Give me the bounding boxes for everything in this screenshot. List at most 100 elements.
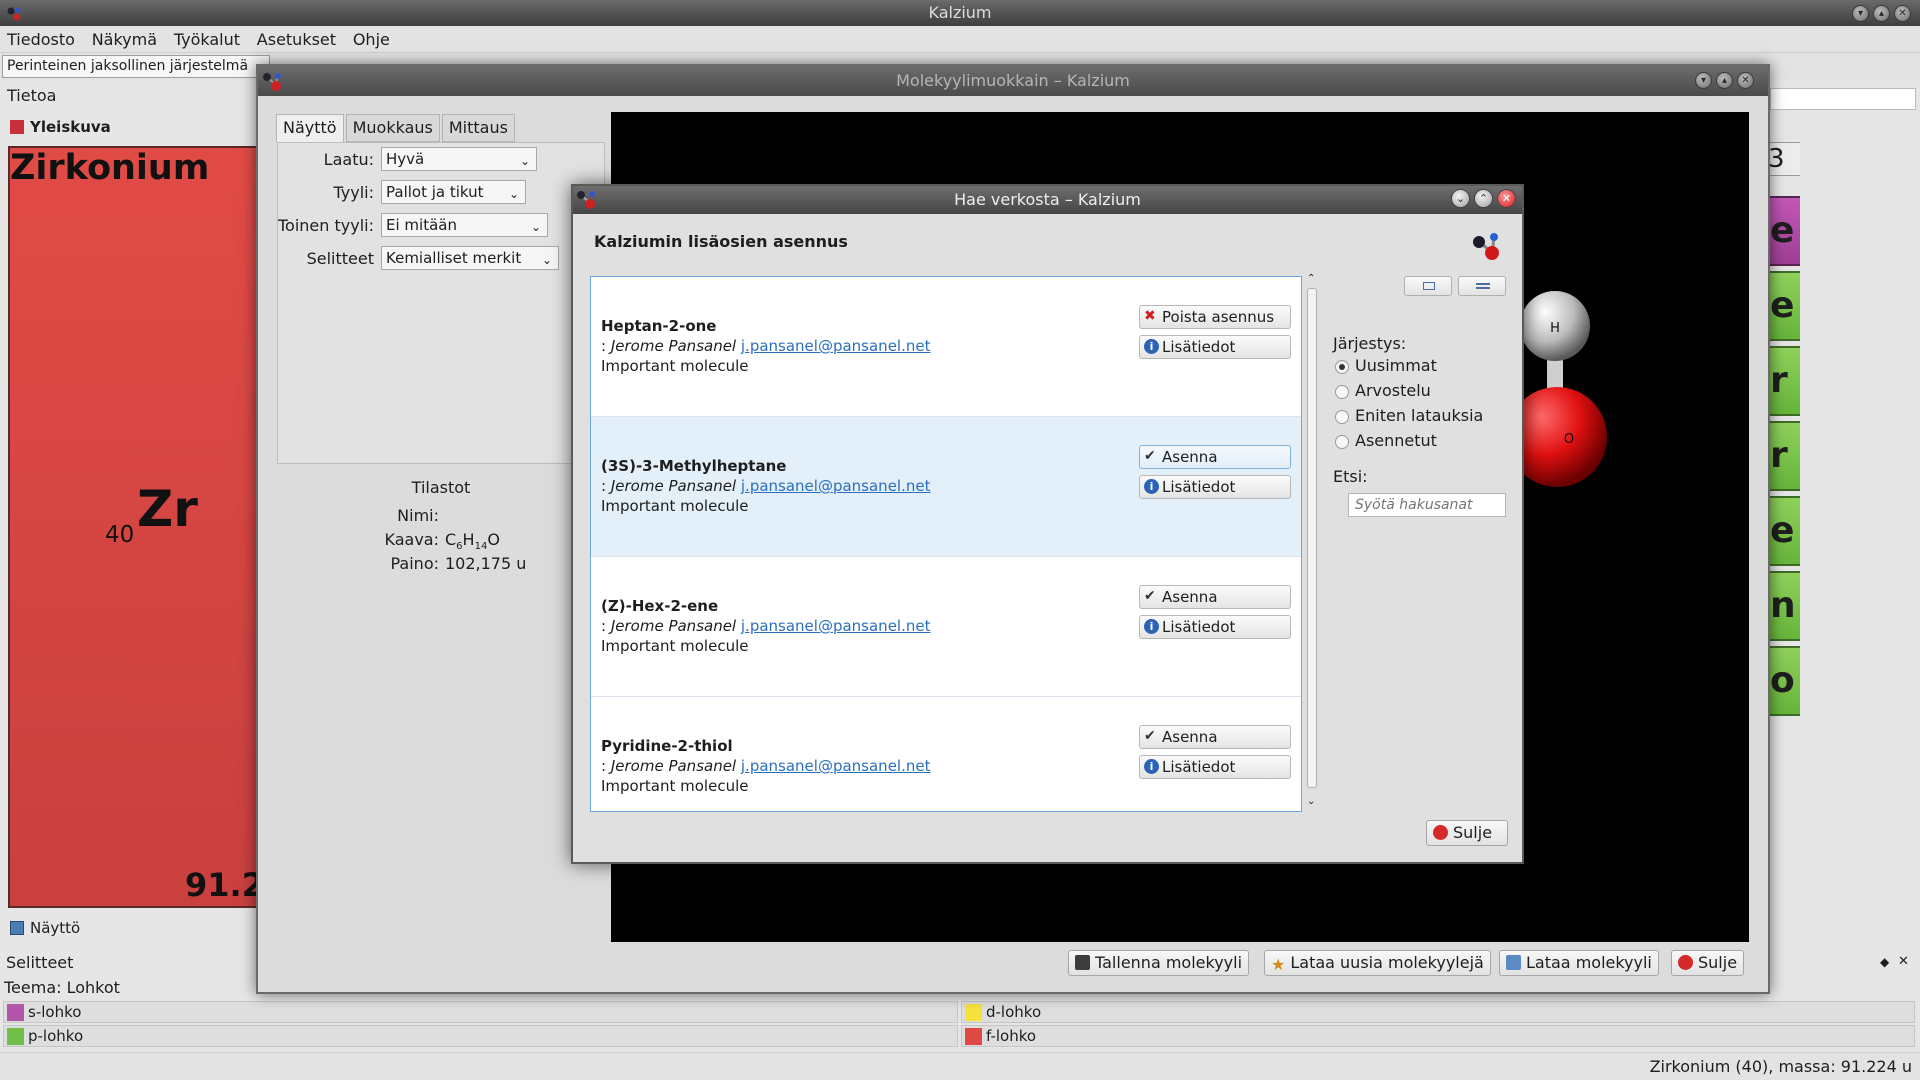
entry-author-name: Jerome Pansanel	[610, 477, 737, 495]
save-icon	[1075, 955, 1090, 970]
second-style-select[interactable]: Ei mitään ⌄	[381, 213, 548, 237]
menu-settings[interactable]: Asetukset	[250, 26, 341, 53]
tab-measure[interactable]: Mittaus	[441, 114, 515, 142]
view-dock-label: Näyttö	[30, 919, 81, 937]
install-button[interactable]: ✔ Asenna	[1139, 585, 1291, 609]
statusbar	[0, 1052, 1920, 1080]
legend-close-icon[interactable]: ✕	[1898, 954, 1909, 969]
details-button[interactable]: i Lisätiedot	[1139, 755, 1291, 779]
entry-author-email-link[interactable]: j.pansanel@pansanel.net	[741, 757, 931, 775]
overview-tab[interactable]: Yleiskuva	[0, 114, 256, 140]
install-button[interactable]: ✔ Asenna	[1139, 445, 1291, 469]
dialog-close-button[interactable]: ✕	[1497, 189, 1516, 208]
menu-help[interactable]: Ohje	[346, 26, 395, 53]
second-style-value: Ei mitään	[386, 216, 457, 234]
sort-option-newest[interactable]: Uusimmat	[1335, 356, 1437, 375]
entry-author-name: Jerome Pansanel	[610, 337, 737, 355]
stats-weight-label: Paino:	[390, 554, 440, 573]
tab-edit[interactable]: Muokkaus	[345, 114, 440, 142]
stats-name-label: Nimi:	[397, 506, 439, 525]
sort-option-installed[interactable]: Asennetut	[1335, 431, 1437, 450]
entry-summary: Important molecule	[601, 497, 749, 515]
details-button[interactable]: i Lisätiedot	[1139, 475, 1291, 499]
view-dock-tab[interactable]: Näyttö	[0, 915, 256, 941]
addon-list: Heptan-2-one : Jerome Pansanel j.pansane…	[590, 276, 1302, 812]
legend-swatch	[965, 1004, 982, 1021]
detail-view-button[interactable]	[1404, 276, 1452, 296]
radio-button[interactable]	[1335, 360, 1349, 374]
menu-view[interactable]: Näkymä	[85, 26, 162, 53]
style-select[interactable]: Pallot ja tikut ⌄	[381, 180, 526, 204]
icon-view-button[interactable]	[1458, 276, 1506, 296]
list-item[interactable]: Pyridine-2-thiol : Jerome Pansanel j.pan…	[591, 697, 1301, 811]
details-button[interactable]: i Lisätiedot	[1139, 615, 1291, 639]
search-input[interactable]	[1348, 493, 1506, 517]
save-molecule-button[interactable]: Tallenna molekyyli	[1068, 950, 1250, 976]
maximize-window-button[interactable]: ▴	[1873, 5, 1890, 22]
scroll-up-icon[interactable]: ⌃	[1307, 273, 1315, 284]
sort-option-label: Eniten latauksia	[1355, 406, 1484, 425]
legend-item-label: s-lohko	[28, 1003, 82, 1021]
scroll-down-icon[interactable]: ⌄	[1307, 796, 1315, 807]
right-search-strip[interactable]	[1770, 88, 1916, 110]
quality-value: Hyvä	[386, 150, 425, 168]
open-file-icon	[1506, 955, 1521, 970]
stats-formula-label: Kaava:	[384, 530, 439, 549]
uninstall-button[interactable]: ✖ Poista asennus	[1139, 305, 1291, 329]
entry-author-email-link[interactable]: j.pansanel@pansanel.net	[741, 617, 931, 635]
entry-author-prefix: :	[601, 617, 607, 635]
radio-button[interactable]	[1335, 410, 1349, 424]
details-label: Lisätiedot	[1162, 618, 1236, 636]
download-dialog-heading: Kalziumin lisäosien asennus	[594, 232, 848, 251]
entry-author-email-link[interactable]: j.pansanel@pansanel.net	[741, 337, 931, 355]
molecule-share-icon	[1470, 230, 1502, 266]
star-icon: ★	[1271, 955, 1286, 974]
legend-item-s-block: s-lohko	[3, 1001, 958, 1023]
load-molecule-button[interactable]: Lataa molekyyli	[1499, 950, 1659, 976]
quality-select[interactable]: Hyvä ⌄	[381, 147, 537, 171]
menu-tools[interactable]: Työkalut	[167, 26, 245, 53]
close-dialog-label: Sulje	[1453, 823, 1493, 842]
radio-button[interactable]	[1335, 435, 1349, 449]
close-editor-button[interactable]: Sulje	[1671, 950, 1745, 976]
install-button[interactable]: ✔ Asenna	[1139, 725, 1291, 749]
mol-close-button[interactable]: ✕	[1737, 72, 1754, 89]
labels-value: Kemialliset merkit	[386, 249, 522, 267]
download-new-molecules-button[interactable]: ★ Lataa uusia molekyylejä	[1264, 950, 1491, 976]
molecule-editor-tabs: Näyttö Muokkaus Mittaus	[276, 114, 517, 142]
details-label: Lisätiedot	[1162, 478, 1236, 496]
list-item[interactable]: (3S)-3-Methylheptane : Jerome Pansanel j…	[591, 417, 1301, 557]
tab-display[interactable]: Näyttö	[276, 114, 344, 142]
close-window-button[interactable]: ✕	[1894, 5, 1911, 22]
mol-minimize-button[interactable]: ▾	[1695, 72, 1712, 89]
info-icon: i	[1144, 619, 1159, 634]
periodic-table-cell-text: e	[1770, 210, 1795, 251]
dialog-maximize-button[interactable]: ⌃	[1474, 189, 1493, 208]
entry-title: Pyridine-2-thiol	[601, 737, 733, 755]
main-menubar: Tiedosto Näkymä Työkalut Asetukset Ohje	[0, 26, 1920, 53]
periodic-table-cell-text: e	[1770, 285, 1795, 326]
dialog-minimize-button[interactable]: ⌄	[1451, 189, 1470, 208]
list-item[interactable]: Heptan-2-one : Jerome Pansanel j.pansane…	[591, 277, 1301, 417]
minimize-icon: ▾	[1857, 8, 1864, 19]
legend-float-icon[interactable]: ◆	[1880, 955, 1889, 969]
addon-list-scrollbar[interactable]: ⌃ ⌄	[1306, 273, 1318, 812]
radio-button[interactable]	[1335, 385, 1349, 399]
entry-author-email-link[interactable]: j.pansanel@pansanel.net	[741, 477, 931, 495]
kalzium-app-icon	[6, 4, 22, 21]
table-scheme-select[interactable]: Perinteinen jaksollinen järjestelmä	[2, 55, 270, 78]
sort-option-most-downloads[interactable]: Eniten latauksia	[1335, 406, 1484, 425]
sort-option-rating[interactable]: Arvostelu	[1335, 381, 1431, 400]
minimize-window-button[interactable]: ▾	[1852, 5, 1869, 22]
info-icon: i	[1144, 479, 1159, 494]
style-value: Pallot ja tikut	[386, 183, 484, 201]
menu-file[interactable]: Tiedosto	[0, 26, 80, 53]
mol-maximize-button[interactable]: ▴	[1716, 72, 1733, 89]
close-dialog-button[interactable]: Sulje	[1426, 820, 1508, 846]
labels-select[interactable]: Kemialliset merkit ⌄	[381, 246, 559, 270]
list-item[interactable]: (Z)-Hex-2-ene : Jerome Pansanel j.pansan…	[591, 557, 1301, 697]
details-button[interactable]: i Lisätiedot	[1139, 335, 1291, 359]
entry-author-prefix: :	[601, 337, 607, 355]
scrollbar-thumb[interactable]	[1307, 288, 1317, 788]
periodic-table-number-text: 3	[1768, 144, 1785, 174]
